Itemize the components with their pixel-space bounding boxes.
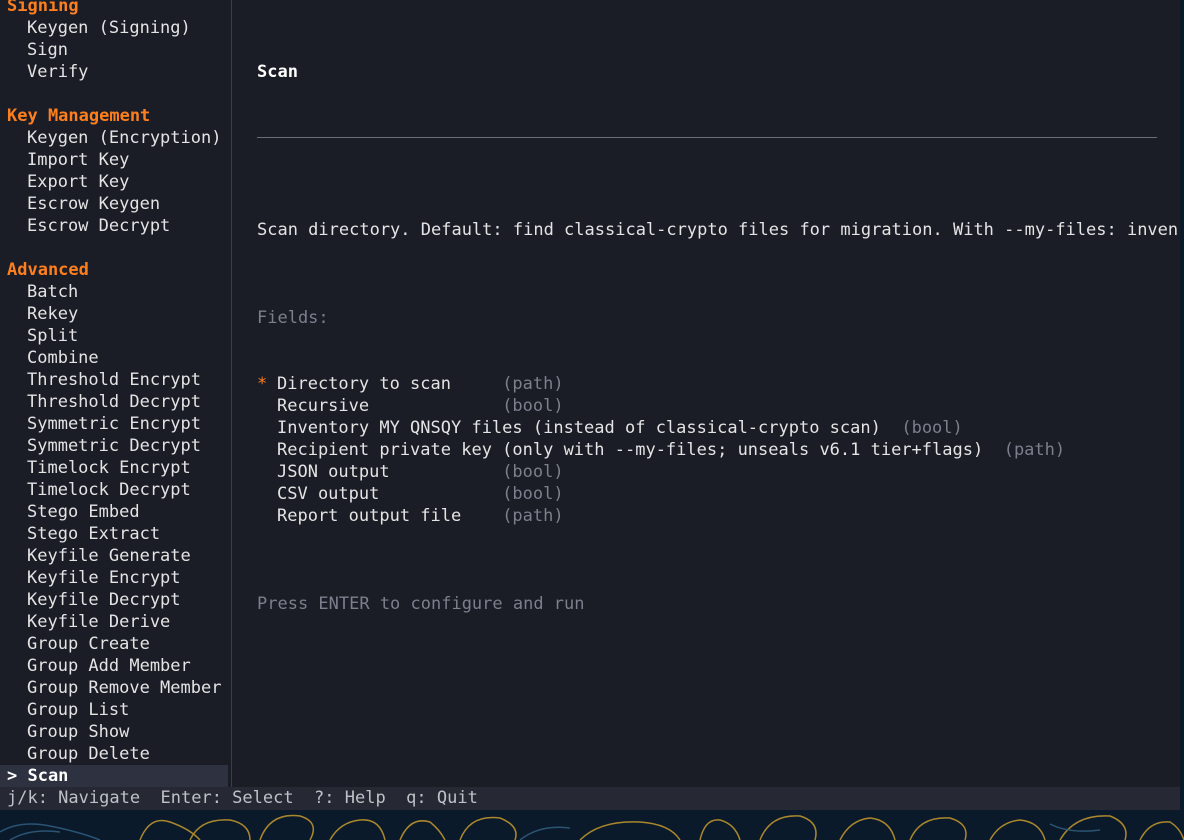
terminal-window: Signing Keygen (Signing) Sign Verify Key Man… [0,0,1180,810]
field-name: Directory to scan [277,374,451,394]
sidebar-item-rekey[interactable]: Rekey [0,303,228,325]
status-bar: j/k: Navigate Enter: Select ?: Help q: Q… [0,787,1180,810]
field-name: Report output file [277,506,462,526]
field-pad [881,418,901,438]
field-pad [390,462,503,482]
sidebar-item-batch[interactable]: Batch [0,281,228,303]
sidebar-item-keyfile-derive[interactable]: Keyfile Derive [0,611,228,633]
sidebar-item-sign[interactable]: Sign [0,39,228,61]
required-marker: * [257,374,268,394]
field-type: (path) [502,374,564,394]
field-row-recipient-private-key-only-with-my-files[interactable]: Recipient private key (only with --my-fi… [257,439,1179,461]
sidebar-item-timelock-encrypt[interactable]: Timelock Encrypt [0,457,228,479]
page-title: Scan [257,62,298,82]
field-type: (bool) [502,462,564,482]
sidebar-item-combine[interactable]: Combine [0,347,228,369]
sidebar-item-keyfile-encrypt[interactable]: Keyfile Encrypt [0,567,228,589]
section-title-key-management: Key Management [7,106,151,126]
field-row-csv-output[interactable]: CSV output (bool) [257,483,1179,505]
sidebar-item-keyfile-generate[interactable]: Keyfile Generate [0,545,228,567]
desktop-wallpaper [0,810,1184,840]
sidebar-item-threshold-decrypt[interactable]: Threshold Decrypt [0,391,228,413]
field-type: (path) [1003,440,1066,460]
pane-divider [231,0,232,787]
field-row-recursive[interactable]: Recursive (bool) [257,395,1179,417]
sidebar-item-group-create[interactable]: Group Create [0,633,228,655]
sidebar-item-scan-selected[interactable]: > Scan [0,765,228,787]
field-row-json-output[interactable]: JSON output (bool) [257,461,1179,483]
sidebar-item-group-add-member[interactable]: Group Add Member [0,655,228,677]
field-name: Recursive [277,396,370,416]
sidebar-menu: Signing Keygen (Signing) Sign Verify Key Man… [0,0,228,787]
sidebar-item-split[interactable]: Split [0,325,228,347]
field-type: (path) [502,506,564,526]
sidebar-item-keyfile-decrypt[interactable]: Keyfile Decrypt [0,589,228,611]
section-title-signing: Signing [7,0,79,16]
field-pad [451,374,502,394]
sidebar-item-escrow-decrypt[interactable]: Escrow Decrypt [0,215,228,237]
sidebar-item-escrow-keygen[interactable]: Escrow Keygen [0,193,228,215]
sidebar-item-group-delete[interactable]: Group Delete [0,743,228,765]
field-type: (bool) [901,418,963,438]
field-pad [461,506,502,526]
sidebar-item-import-key[interactable]: Import Key [0,149,228,171]
field-name: JSON output [277,462,390,482]
field-row-report-output-file[interactable]: Report output file (path) [257,505,1179,527]
sidebar-item-export-key[interactable]: Export Key [0,171,228,193]
fields-list: * Directory to scan (path) Recursive (bool… [257,373,1179,527]
sidebar-item-symmetric-encrypt[interactable]: Symmetric Encrypt [0,413,228,435]
field-row-inventory-my-qnsqy-files-instead-of-clas[interactable]: Inventory MY QNSQY files (instead of cla… [257,417,1179,439]
field-name: CSV output [277,484,380,504]
sidebar-item-symmetric-decrypt[interactable]: Symmetric Decrypt [0,435,228,457]
sidebar-item-timelock-decrypt[interactable]: Timelock Decrypt [0,479,228,501]
sidebar-item-group-show[interactable]: Group Show [0,721,228,743]
sidebar-item-stego-embed[interactable]: Stego Embed [0,501,228,523]
run-hint: Press ENTER to configure and run [257,594,585,614]
wallpaper-contour-pattern [0,814,1184,840]
field-name: Recipient private key (only with --my-fi… [277,440,984,460]
sidebar-item-group-remove-member[interactable]: Group Remove Member [0,677,228,699]
detail-pane: Scan Scan directory. Default: find class… [257,17,1179,787]
field-type: (bool) [502,396,564,416]
sidebar-item-verify[interactable]: Verify [0,61,228,83]
sidebar-item-keygen-signing[interactable]: Keygen (Signing) [0,17,228,39]
field-pad [379,484,502,504]
field-pad [983,440,1003,460]
sidebar-item-group-list[interactable]: Group List [0,699,228,721]
sidebar-item-keygen-encryption[interactable]: Keygen (Encryption) [0,127,228,149]
section-title-advanced: Advanced [7,260,89,280]
field-type: (bool) [502,484,564,504]
title-rule [257,137,1157,138]
field-name: Inventory MY QNSQY files (instead of cla… [277,418,881,438]
sidebar-item-stego-extract[interactable]: Stego Extract [0,523,228,545]
sidebar-item-threshold-encrypt[interactable]: Threshold Encrypt [0,369,228,391]
fields-label: Fields: [257,308,329,328]
command-description: Scan directory. Default: find classical-… [257,220,1179,240]
field-pad [369,396,502,416]
field-row-directory-to-scan[interactable]: * Directory to scan (path) [257,373,1179,395]
